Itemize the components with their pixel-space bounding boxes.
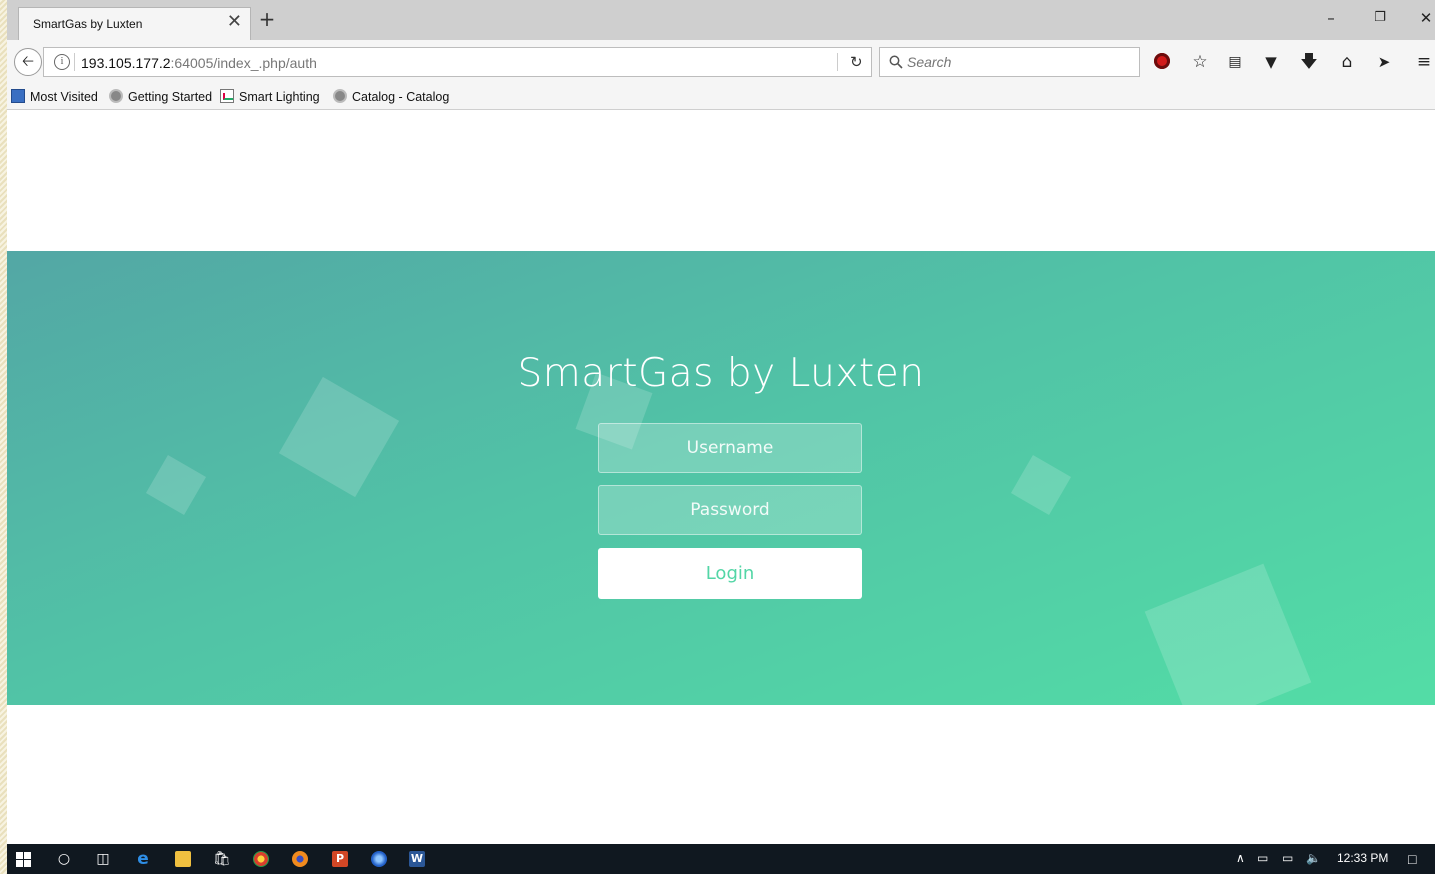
globe-icon — [333, 89, 347, 103]
firefox-icon[interactable] — [292, 851, 308, 867]
url-separator — [74, 53, 75, 71]
task-view-icon[interactable]: ◫ — [94, 850, 112, 868]
network-icon[interactable]: ▭ — [1282, 851, 1293, 865]
chart-icon — [220, 89, 234, 103]
chrome-icon[interactable] — [253, 851, 269, 867]
search-input[interactable] — [907, 53, 1127, 71]
site-info-icon[interactable]: i — [54, 54, 70, 70]
bookmark-label: Catalog - Catalog — [352, 90, 450, 104]
clock[interactable]: 12:33 PM — [1337, 851, 1388, 865]
file-explorer-icon[interactable] — [175, 851, 191, 867]
bookmark-most-visited[interactable]: Most Visited — [11, 89, 98, 104]
menu-icon[interactable]: ≡ — [1413, 52, 1435, 72]
pocket-icon[interactable]: ▼ — [1260, 52, 1282, 72]
bookmark-star-icon[interactable]: ☆ — [1189, 52, 1211, 72]
decorative-square — [145, 454, 207, 516]
tab-smartgas[interactable]: SmartGas by Luxten ✕ — [18, 7, 251, 40]
bookmark-label: Smart Lighting — [239, 90, 320, 104]
notifications-icon[interactable]: □ — [1408, 851, 1416, 867]
minimize-icon[interactable]: – — [1321, 9, 1341, 27]
password-input[interactable] — [598, 485, 862, 535]
url-text[interactable]: 193.105.177.2:64005/index_.php/auth — [81, 55, 317, 71]
page-title: SmartGas by Luxten — [517, 351, 925, 396]
word-icon[interactable]: W — [409, 851, 425, 867]
search-icon — [889, 55, 903, 69]
bookmarks-toolbar: Most Visited Getting Started Smart Light… — [7, 84, 1435, 110]
send-icon[interactable]: ➤ — [1373, 52, 1395, 72]
start-icon[interactable] — [16, 852, 31, 867]
tab-title: SmartGas by Luxten — [33, 17, 143, 31]
cortana-icon[interactable]: ○ — [55, 850, 73, 868]
tab-close-icon[interactable]: ✕ — [227, 12, 242, 32]
url-bar[interactable]: i 193.105.177.2:64005/index_.php/auth ↻ — [43, 47, 872, 77]
restore-icon[interactable]: ❐ — [1370, 9, 1390, 27]
tray-chevron-icon[interactable]: ∧ — [1236, 851, 1245, 865]
back-button[interactable]: 🡠 — [14, 48, 42, 76]
powerpoint-icon[interactable]: P — [332, 851, 348, 867]
bookmark-getting-started[interactable]: Getting Started — [109, 89, 212, 104]
volume-icon[interactable]: 🔈 — [1306, 851, 1321, 865]
globe-icon — [109, 89, 123, 103]
url-path: :64005/index_.php/auth — [170, 55, 317, 71]
reload-icon[interactable]: ↻ — [850, 53, 863, 71]
edge-icon[interactable]: e — [134, 850, 152, 868]
login-button[interactable]: Login — [598, 548, 862, 599]
page-content: SmartGas by Luxten Login — [7, 110, 1435, 844]
back-arrow-icon: 🡠 — [21, 52, 35, 70]
most-visited-icon — [11, 89, 25, 103]
browser-window: SmartGas by Luxten ✕ + – ❐ ✕ 🡠 i 193.105… — [7, 0, 1435, 844]
bookmark-label: Most Visited — [30, 90, 98, 104]
url-host: 193.105.177.2 — [81, 55, 171, 71]
new-tab-icon[interactable]: + — [257, 9, 277, 29]
app-icon[interactable] — [371, 851, 387, 867]
reader-icon[interactable]: ▤ — [1224, 52, 1246, 72]
download-icon[interactable]: 🡇 — [1298, 52, 1320, 72]
taskbar: ○ ◫ e 🛍 P W ∧ ▭ ▭ 🔈 12:33 PM □ — [7, 844, 1435, 874]
login-hero: SmartGas by Luxten Login — [7, 251, 1435, 705]
username-input[interactable] — [598, 423, 862, 473]
search-box[interactable] — [879, 47, 1140, 77]
bookmark-catalog[interactable]: Catalog - Catalog — [333, 89, 449, 104]
record-icon[interactable] — [1154, 53, 1170, 69]
tab-strip: SmartGas by Luxten ✕ + – ❐ ✕ — [7, 0, 1435, 40]
reload-separator — [837, 53, 838, 71]
decorative-square — [1144, 563, 1312, 705]
bookmark-smart-lighting[interactable]: Smart Lighting — [220, 89, 320, 104]
home-icon[interactable]: ⌂ — [1336, 52, 1358, 72]
bookmark-label: Getting Started — [128, 90, 213, 104]
navigation-bar: 🡠 i 193.105.177.2:64005/index_.php/auth … — [7, 40, 1435, 84]
store-icon[interactable]: 🛍 — [213, 850, 231, 868]
decorative-square — [1010, 454, 1072, 516]
battery-icon[interactable]: ▭ — [1257, 851, 1268, 865]
close-window-icon[interactable]: ✕ — [1416, 9, 1435, 27]
